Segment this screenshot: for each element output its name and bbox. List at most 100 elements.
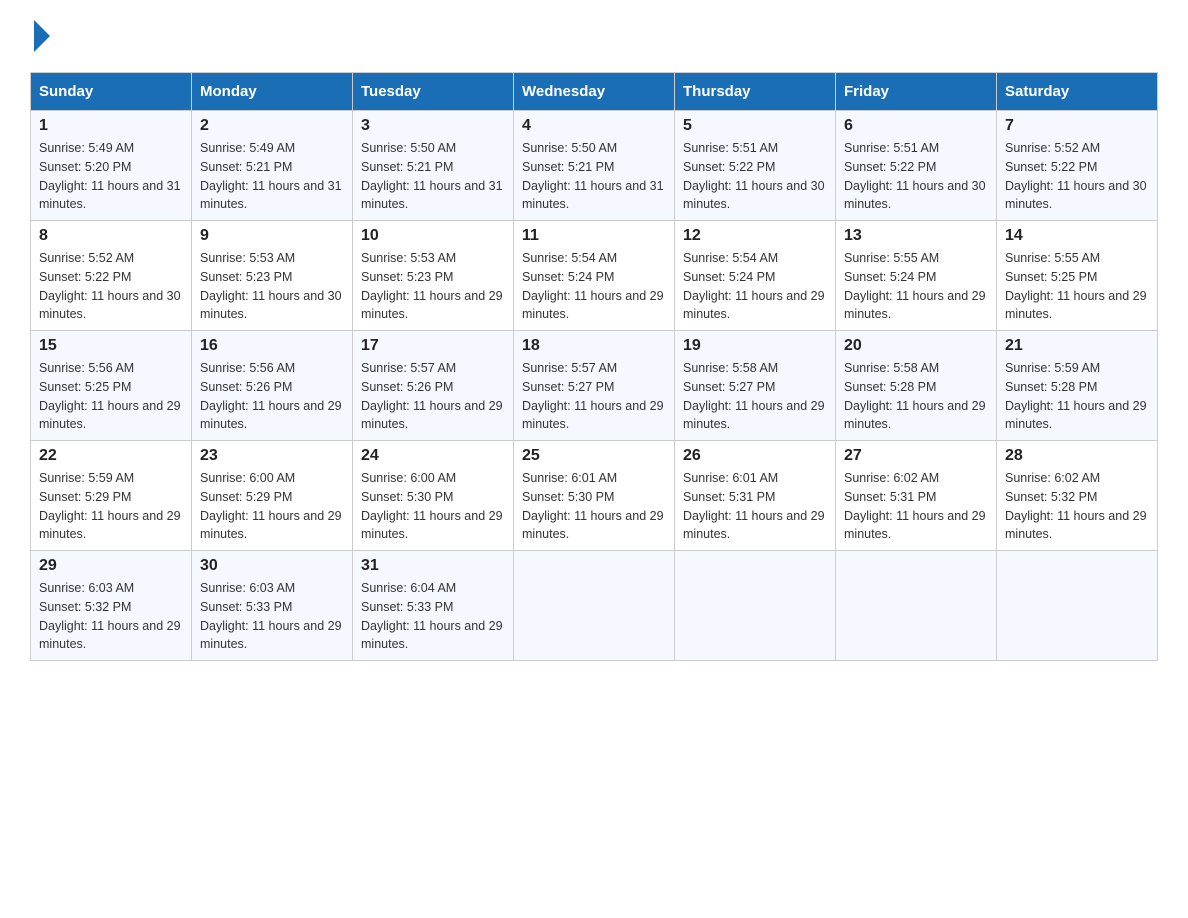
header-thursday: Thursday <box>675 73 836 111</box>
day-number: 7 <box>1005 117 1149 135</box>
calendar-week-row: 15 Sunrise: 5:56 AMSunset: 5:25 PMDaylig… <box>31 331 1158 441</box>
calendar-cell: 17 Sunrise: 5:57 AMSunset: 5:26 PMDaylig… <box>353 331 514 441</box>
day-number: 30 <box>200 557 344 575</box>
logo <box>30 20 50 52</box>
day-info: Sunrise: 5:57 AMSunset: 5:27 PMDaylight:… <box>522 361 664 431</box>
calendar-cell: 8 Sunrise: 5:52 AMSunset: 5:22 PMDayligh… <box>31 221 192 331</box>
calendar-cell: 25 Sunrise: 6:01 AMSunset: 5:30 PMDaylig… <box>514 441 675 551</box>
day-number: 14 <box>1005 227 1149 245</box>
calendar-cell: 9 Sunrise: 5:53 AMSunset: 5:23 PMDayligh… <box>192 221 353 331</box>
day-info: Sunrise: 5:54 AMSunset: 5:24 PMDaylight:… <box>683 251 825 321</box>
day-number: 10 <box>361 227 505 245</box>
day-number: 3 <box>361 117 505 135</box>
day-number: 22 <box>39 447 183 465</box>
calendar-cell: 13 Sunrise: 5:55 AMSunset: 5:24 PMDaylig… <box>836 221 997 331</box>
header-tuesday: Tuesday <box>353 73 514 111</box>
day-info: Sunrise: 5:51 AMSunset: 5:22 PMDaylight:… <box>683 141 825 211</box>
day-info: Sunrise: 5:52 AMSunset: 5:22 PMDaylight:… <box>1005 141 1147 211</box>
day-info: Sunrise: 5:55 AMSunset: 5:24 PMDaylight:… <box>844 251 986 321</box>
day-info: Sunrise: 5:56 AMSunset: 5:26 PMDaylight:… <box>200 361 342 431</box>
calendar-cell: 7 Sunrise: 5:52 AMSunset: 5:22 PMDayligh… <box>997 111 1158 221</box>
day-info: Sunrise: 6:04 AMSunset: 5:33 PMDaylight:… <box>361 581 503 651</box>
calendar-cell <box>836 551 997 661</box>
day-number: 1 <box>39 117 183 135</box>
day-number: 6 <box>844 117 988 135</box>
calendar-cell: 21 Sunrise: 5:59 AMSunset: 5:28 PMDaylig… <box>997 331 1158 441</box>
day-info: Sunrise: 5:53 AMSunset: 5:23 PMDaylight:… <box>200 251 342 321</box>
calendar-cell: 2 Sunrise: 5:49 AMSunset: 5:21 PMDayligh… <box>192 111 353 221</box>
day-number: 17 <box>361 337 505 355</box>
day-info: Sunrise: 6:02 AMSunset: 5:31 PMDaylight:… <box>844 471 986 541</box>
calendar-cell: 20 Sunrise: 5:58 AMSunset: 5:28 PMDaylig… <box>836 331 997 441</box>
calendar-cell: 12 Sunrise: 5:54 AMSunset: 5:24 PMDaylig… <box>675 221 836 331</box>
header-friday: Friday <box>836 73 997 111</box>
day-number: 16 <box>200 337 344 355</box>
day-info: Sunrise: 5:59 AMSunset: 5:29 PMDaylight:… <box>39 471 181 541</box>
calendar-cell: 26 Sunrise: 6:01 AMSunset: 5:31 PMDaylig… <box>675 441 836 551</box>
day-number: 24 <box>361 447 505 465</box>
header-sunday: Sunday <box>31 73 192 111</box>
day-number: 8 <box>39 227 183 245</box>
calendar-cell: 19 Sunrise: 5:58 AMSunset: 5:27 PMDaylig… <box>675 331 836 441</box>
calendar-cell: 31 Sunrise: 6:04 AMSunset: 5:33 PMDaylig… <box>353 551 514 661</box>
day-info: Sunrise: 5:56 AMSunset: 5:25 PMDaylight:… <box>39 361 181 431</box>
calendar-cell: 4 Sunrise: 5:50 AMSunset: 5:21 PMDayligh… <box>514 111 675 221</box>
calendar-cell: 22 Sunrise: 5:59 AMSunset: 5:29 PMDaylig… <box>31 441 192 551</box>
calendar-cell: 11 Sunrise: 5:54 AMSunset: 5:24 PMDaylig… <box>514 221 675 331</box>
calendar-cell: 30 Sunrise: 6:03 AMSunset: 5:33 PMDaylig… <box>192 551 353 661</box>
calendar-week-row: 1 Sunrise: 5:49 AMSunset: 5:20 PMDayligh… <box>31 111 1158 221</box>
day-info: Sunrise: 5:49 AMSunset: 5:20 PMDaylight:… <box>39 141 181 211</box>
calendar-week-row: 8 Sunrise: 5:52 AMSunset: 5:22 PMDayligh… <box>31 221 1158 331</box>
calendar-cell: 18 Sunrise: 5:57 AMSunset: 5:27 PMDaylig… <box>514 331 675 441</box>
calendar-week-row: 29 Sunrise: 6:03 AMSunset: 5:32 PMDaylig… <box>31 551 1158 661</box>
page-header <box>30 20 1158 52</box>
day-number: 9 <box>200 227 344 245</box>
calendar-cell: 5 Sunrise: 5:51 AMSunset: 5:22 PMDayligh… <box>675 111 836 221</box>
day-number: 4 <box>522 117 666 135</box>
calendar-header-row: SundayMondayTuesdayWednesdayThursdayFrid… <box>31 73 1158 111</box>
day-number: 19 <box>683 337 827 355</box>
day-number: 18 <box>522 337 666 355</box>
day-info: Sunrise: 6:00 AMSunset: 5:29 PMDaylight:… <box>200 471 342 541</box>
day-info: Sunrise: 6:03 AMSunset: 5:33 PMDaylight:… <box>200 581 342 651</box>
day-info: Sunrise: 5:50 AMSunset: 5:21 PMDaylight:… <box>361 141 503 211</box>
day-info: Sunrise: 5:55 AMSunset: 5:25 PMDaylight:… <box>1005 251 1147 321</box>
day-number: 11 <box>522 227 666 245</box>
calendar-cell: 3 Sunrise: 5:50 AMSunset: 5:21 PMDayligh… <box>353 111 514 221</box>
day-info: Sunrise: 6:01 AMSunset: 5:31 PMDaylight:… <box>683 471 825 541</box>
day-number: 23 <box>200 447 344 465</box>
day-info: Sunrise: 5:49 AMSunset: 5:21 PMDaylight:… <box>200 141 342 211</box>
calendar-cell: 29 Sunrise: 6:03 AMSunset: 5:32 PMDaylig… <box>31 551 192 661</box>
calendar-cell: 10 Sunrise: 5:53 AMSunset: 5:23 PMDaylig… <box>353 221 514 331</box>
day-number: 12 <box>683 227 827 245</box>
day-number: 26 <box>683 447 827 465</box>
day-number: 21 <box>1005 337 1149 355</box>
header-wednesday: Wednesday <box>514 73 675 111</box>
calendar-cell: 6 Sunrise: 5:51 AMSunset: 5:22 PMDayligh… <box>836 111 997 221</box>
day-info: Sunrise: 5:58 AMSunset: 5:28 PMDaylight:… <box>844 361 986 431</box>
day-number: 27 <box>844 447 988 465</box>
calendar-cell: 27 Sunrise: 6:02 AMSunset: 5:31 PMDaylig… <box>836 441 997 551</box>
day-number: 31 <box>361 557 505 575</box>
calendar-cell: 24 Sunrise: 6:00 AMSunset: 5:30 PMDaylig… <box>353 441 514 551</box>
day-number: 2 <box>200 117 344 135</box>
day-info: Sunrise: 5:53 AMSunset: 5:23 PMDaylight:… <box>361 251 503 321</box>
day-info: Sunrise: 5:58 AMSunset: 5:27 PMDaylight:… <box>683 361 825 431</box>
day-number: 20 <box>844 337 988 355</box>
day-number: 25 <box>522 447 666 465</box>
day-info: Sunrise: 6:00 AMSunset: 5:30 PMDaylight:… <box>361 471 503 541</box>
calendar-cell <box>997 551 1158 661</box>
calendar-cell: 16 Sunrise: 5:56 AMSunset: 5:26 PMDaylig… <box>192 331 353 441</box>
calendar-cell: 23 Sunrise: 6:00 AMSunset: 5:29 PMDaylig… <box>192 441 353 551</box>
calendar-cell: 14 Sunrise: 5:55 AMSunset: 5:25 PMDaylig… <box>997 221 1158 331</box>
day-info: Sunrise: 5:52 AMSunset: 5:22 PMDaylight:… <box>39 251 181 321</box>
day-number: 13 <box>844 227 988 245</box>
calendar-cell: 28 Sunrise: 6:02 AMSunset: 5:32 PMDaylig… <box>997 441 1158 551</box>
day-number: 29 <box>39 557 183 575</box>
calendar-cell <box>675 551 836 661</box>
calendar-table: SundayMondayTuesdayWednesdayThursdayFrid… <box>30 72 1158 661</box>
day-info: Sunrise: 5:51 AMSunset: 5:22 PMDaylight:… <box>844 141 986 211</box>
day-info: Sunrise: 6:01 AMSunset: 5:30 PMDaylight:… <box>522 471 664 541</box>
day-info: Sunrise: 5:54 AMSunset: 5:24 PMDaylight:… <box>522 251 664 321</box>
day-info: Sunrise: 6:02 AMSunset: 5:32 PMDaylight:… <box>1005 471 1147 541</box>
